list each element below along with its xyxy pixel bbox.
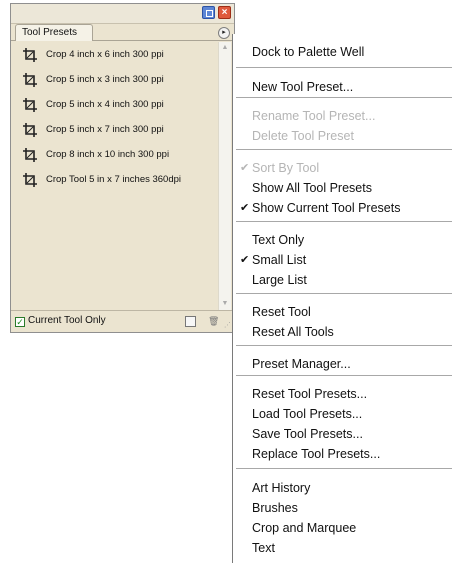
preset-label: Crop Tool 5 in x 7 inches 360dpi	[46, 174, 182, 185]
menu-item: Delete Tool Preset	[233, 126, 452, 146]
preset-list-item[interactable]: Crop 5 inch x 3 inch 300 ppi	[14, 67, 217, 92]
minimize-button[interactable]	[202, 6, 215, 19]
crop-tool-icon	[22, 147, 38, 163]
scroll-down-icon[interactable]: ▼	[219, 298, 231, 310]
menu-item: ✔ Sort By Tool	[233, 158, 452, 178]
palette-titlebar[interactable]: ×	[11, 4, 234, 24]
preset-list-item[interactable]: Crop Tool 5 in x 7 inches 360dpi	[14, 167, 217, 192]
palette-footer: ✓ Current Tool Only 🗑 ⋰	[11, 310, 234, 332]
close-button[interactable]: ×	[218, 6, 231, 19]
menu-item[interactable]: New Tool Preset...	[233, 77, 452, 97]
menu-item-label: Rename Tool Preset...	[252, 109, 376, 123]
menu-item: Rename Tool Preset...	[233, 106, 452, 126]
preset-label: Crop 5 inch x 7 inch 300 ppi	[46, 124, 164, 135]
menu-item-label: Show Current Tool Presets	[252, 201, 401, 215]
menu-separator	[236, 375, 452, 376]
menu-separator	[236, 149, 452, 150]
new-preset-icon[interactable]	[185, 316, 196, 327]
menu-item[interactable]: ✔ Show Current Tool Presets	[233, 198, 452, 218]
crop-tool-icon	[22, 72, 38, 88]
menu-item[interactable]: Preset Manager...	[233, 354, 452, 374]
preset-list-item[interactable]: Crop 5 inch x 4 inch 300 ppi	[14, 92, 217, 117]
preset-list-item[interactable]: Crop 8 inch x 10 inch 300 ppi	[14, 142, 217, 167]
menu-item[interactable]: Reset All Tools	[233, 322, 452, 342]
menu-item[interactable]: Reset Tool Presets...	[233, 384, 452, 404]
tool-presets-palette: × Tool Presets ▸ Crop 4 inch x 6 inch 30…	[10, 3, 235, 333]
checkmark-icon: ✔	[240, 254, 250, 266]
menu-item-label: Replace Tool Presets...	[252, 447, 381, 461]
current-tool-only-label: Current Tool Only	[28, 315, 106, 326]
tab-tool-presets[interactable]: Tool Presets	[15, 24, 93, 41]
menu-item-label: Reset Tool Presets...	[252, 387, 368, 401]
menu-item-label: Brushes	[252, 501, 298, 515]
menu-item-label: New Tool Preset...	[252, 80, 354, 94]
menu-item-label: Show All Tool Presets	[252, 181, 372, 195]
menu-item-label: Dock to Palette Well	[252, 45, 365, 59]
menu-item-label: Art History	[252, 481, 311, 495]
preset-label: Crop 5 inch x 4 inch 300 ppi	[46, 99, 164, 110]
resize-grip-icon[interactable]: ⋰	[224, 322, 232, 330]
menu-item[interactable]: Reset Tool	[233, 302, 452, 322]
menu-item-label: Save Tool Presets...	[252, 427, 363, 441]
menu-separator	[236, 293, 452, 294]
menu-item[interactable]: Text Only	[233, 230, 452, 250]
menu-separator	[236, 221, 452, 222]
preset-list-item[interactable]: Crop 5 inch x 7 inch 300 ppi	[14, 117, 217, 142]
menu-item-label: Crop and Marquee	[252, 521, 357, 535]
preset-list-scrollbar[interactable]: ▲ ▼	[218, 42, 231, 310]
menu-item-label: Large List	[252, 273, 307, 287]
menu-item-label: Reset All Tools	[252, 325, 334, 339]
crop-tool-icon	[22, 97, 38, 113]
menu-item[interactable]: Dock to Palette Well	[233, 42, 452, 62]
menu-item[interactable]: Replace Tool Presets...	[233, 444, 452, 464]
preset-label: Crop 8 inch x 10 inch 300 ppi	[46, 149, 170, 160]
menu-item-label: Small List	[252, 253, 307, 267]
menu-item-label: Text	[252, 541, 275, 555]
menu-item-label: Text Only	[252, 233, 305, 247]
preset-list-item[interactable]: Crop 4 inch x 6 inch 300 ppi	[14, 42, 217, 67]
menu-item[interactable]: Brushes	[233, 498, 452, 518]
menu-item-label: Delete Tool Preset	[252, 129, 354, 143]
menu-item[interactable]: Large List	[233, 270, 452, 290]
preset-label: Crop 5 inch x 3 inch 300 ppi	[46, 74, 164, 85]
trash-icon[interactable]: 🗑	[208, 316, 219, 327]
menu-separator	[236, 345, 452, 346]
menu-item[interactable]: Show All Tool Presets	[233, 178, 452, 198]
menu-item-label: Sort By Tool	[252, 161, 320, 175]
preset-list: Crop 4 inch x 6 inch 300 ppi Crop 5 inch …	[14, 42, 217, 310]
menu-item-label: Load Tool Presets...	[252, 407, 363, 421]
scroll-up-icon[interactable]: ▲	[219, 42, 231, 54]
current-tool-only-checkbox[interactable]: ✓	[15, 317, 25, 327]
palette-flyout-menu: Dock to Palette Well New Tool Preset... Re…	[232, 34, 452, 563]
menu-separator	[236, 468, 452, 469]
menu-item[interactable]: Text	[233, 538, 452, 558]
menu-item-label: Preset Manager...	[252, 357, 351, 371]
crop-tool-icon	[22, 47, 38, 63]
menu-item[interactable]: Save Tool Presets...	[233, 424, 452, 444]
checkmark-icon: ✔	[240, 202, 250, 214]
palette-menu-arrow-icon[interactable]: ▸	[218, 27, 230, 39]
menu-item[interactable]: Crop and Marquee	[233, 518, 452, 538]
menu-item-label: Reset Tool	[252, 305, 311, 319]
menu-item[interactable]: Load Tool Presets...	[233, 404, 452, 424]
menu-separator	[236, 67, 452, 68]
menu-item[interactable]: Art History	[233, 478, 452, 498]
crop-tool-icon	[22, 122, 38, 138]
preset-label: Crop 4 inch x 6 inch 300 ppi	[46, 49, 164, 60]
crop-tool-icon	[22, 172, 38, 188]
menu-item[interactable]: ✔ Small List	[233, 250, 452, 270]
menu-separator	[236, 97, 452, 98]
checkmark-icon: ✔	[240, 162, 250, 174]
